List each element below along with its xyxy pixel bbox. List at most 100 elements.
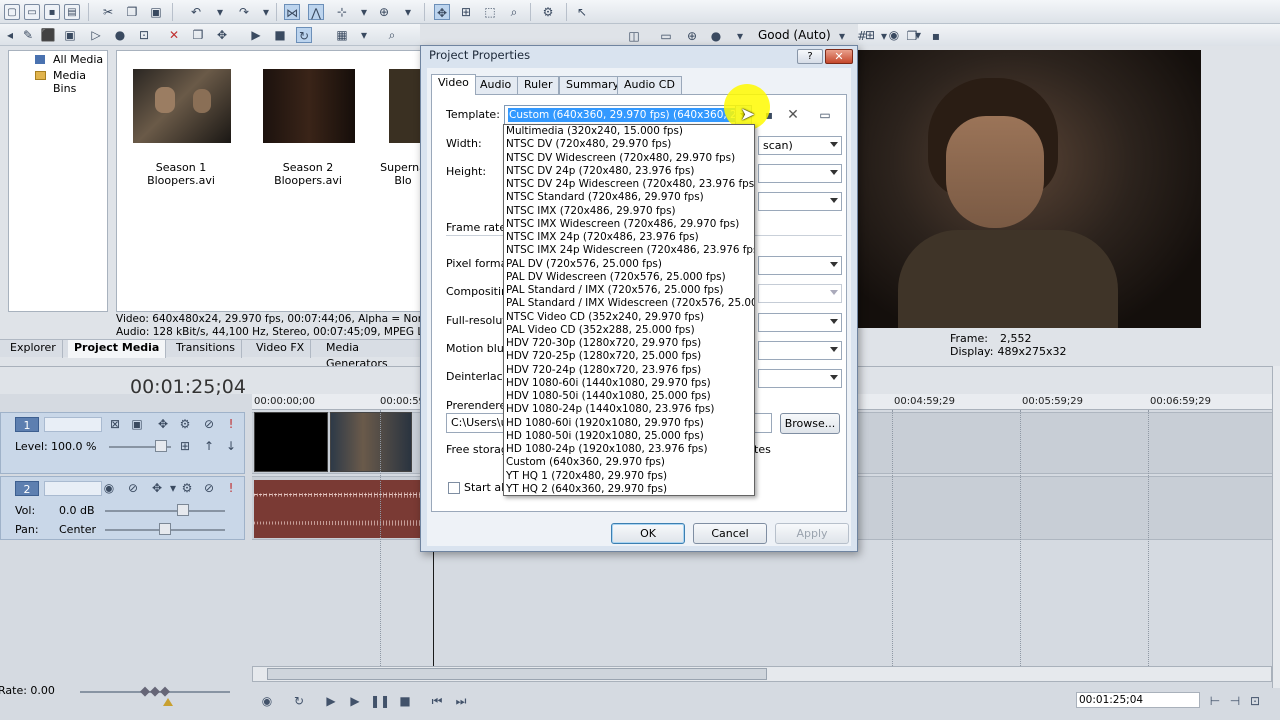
go-to-end-button[interactable]: ⏭ <box>452 692 470 710</box>
undo-icon[interactable]: ↶ <box>188 4 204 20</box>
template-option[interactable]: HDV 720-24p (1280x720, 23.976 fps) <box>504 364 754 377</box>
cancel-button[interactable]: Cancel <box>693 523 767 544</box>
tab-audio-cd[interactable]: Audio CD <box>617 76 682 94</box>
go-to-start-button[interactable]: ⏮ <box>428 692 446 710</box>
media-zoom-icon[interactable]: ⊡ <box>136 27 152 43</box>
template-option[interactable]: PAL Video CD (352x288, 25.000 fps) <box>504 324 754 337</box>
template-option[interactable]: PAL DV (720x576, 25.000 fps) <box>504 258 754 271</box>
ripple-dropdown-icon[interactable]: ▾ <box>356 4 372 20</box>
media-fx-icon[interactable]: ● <box>112 27 128 43</box>
mute-icon[interactable]: ⊘ <box>201 480 217 496</box>
volume-slider[interactable] <box>105 510 225 512</box>
arm-record-icon[interactable]: ◉ <box>101 480 117 496</box>
save-icon[interactable]: ▪ <box>44 4 60 20</box>
copy-media-icon[interactable]: ❐ <box>190 27 206 43</box>
close-button[interactable]: ✕ <box>825 49 853 64</box>
pause-button[interactable]: ❚❚ <box>370 692 390 710</box>
track-up-icon[interactable]: ↑ <box>201 438 217 454</box>
snap-right-icon[interactable]: ⊣ <box>1226 692 1244 710</box>
get-media-icon[interactable]: ▣ <box>62 27 78 43</box>
online-icon[interactable]: ⚙ <box>540 4 556 20</box>
template-option[interactable]: NTSC IMX 24p (720x486, 23.976 fps) <box>504 231 754 244</box>
views-icon[interactable]: ▦ <box>334 27 350 43</box>
template-option[interactable]: PAL Standard / IMX (720x576, 25.000 fps) <box>504 284 754 297</box>
quality-dropdown-icon[interactable]: ▾ <box>732 28 748 44</box>
template-option[interactable]: NTSC IMX 24p Widescreen (720x486, 23.976… <box>504 244 754 257</box>
import-media-icon[interactable]: ✎ <box>20 27 36 43</box>
compositing-gamma-combo[interactable] <box>758 284 842 303</box>
views-dropdown-icon[interactable]: ▾ <box>356 27 372 43</box>
video-track-header[interactable]: 1 ⊠ ▣ ✥ ⚙ ⊘ ! Level: 100.0 % ⊞ ↑ ↓ <box>0 412 245 474</box>
template-option[interactable]: HD 1080-60i (1920x1080, 29.970 fps) <box>504 417 754 430</box>
match-media-icon[interactable]: ▭ <box>817 107 833 123</box>
add-to-timeline-icon[interactable]: ▷ <box>88 27 104 43</box>
grid-dropdown-icon[interactable]: ▾ <box>876 28 892 44</box>
fit-icon[interactable]: ⊡ <box>1246 692 1264 710</box>
vertical-scrollbar[interactable] <box>1272 366 1280 688</box>
rate-slider-knob[interactable] <box>163 698 173 706</box>
solo-icon[interactable]: ! <box>223 480 239 496</box>
full-resolution-quality-combo[interactable] <box>758 313 842 332</box>
cut-icon[interactable]: ✂ <box>100 4 116 20</box>
motion-icon[interactable]: ⊠ <box>107 416 123 432</box>
whats-this-help-icon[interactable]: ↖ <box>574 4 590 20</box>
template-option[interactable]: NTSC DV 24p (720x480, 23.976 fps) <box>504 165 754 178</box>
track-name-field[interactable] <box>44 417 102 432</box>
template-option[interactable]: HDV 1080-50i (1440x1080, 25.000 fps) <box>504 390 754 403</box>
delete-template-icon[interactable]: ✕ <box>785 107 801 123</box>
loop-button[interactable]: ↻ <box>290 692 308 710</box>
timeline-scrollbar[interactable] <box>252 666 1272 682</box>
help-button[interactable]: ? <box>797 49 823 64</box>
motion-blur-type-combo[interactable] <box>758 341 842 360</box>
delete-icon[interactable]: ✕ <box>166 27 182 43</box>
stop-icon[interactable]: ■ <box>272 27 288 43</box>
template-option[interactable]: NTSC Standard (720x486, 29.970 fps) <box>504 191 754 204</box>
pixel-aspect-combo[interactable] <box>758 164 842 183</box>
search-icon[interactable]: ⌕ <box>384 27 400 43</box>
template-option[interactable]: HDV 720-30p (1280x720, 29.970 fps) <box>504 337 754 350</box>
overlay-icon[interactable]: ▭ <box>658 28 674 44</box>
volume-slider-knob[interactable] <box>177 504 189 516</box>
template-option[interactable]: PAL Standard / IMX Widescreen (720x576, … <box>504 297 754 310</box>
new-project-icon[interactable]: ▢ <box>4 4 20 20</box>
track-name-field[interactable] <box>44 481 102 496</box>
record-button[interactable]: ◉ <box>258 692 276 710</box>
pan-slider-knob[interactable] <box>159 523 171 535</box>
split-screen-icon[interactable]: ◫ <box>626 28 642 44</box>
properties-icon[interactable]: ▤ <box>64 4 80 20</box>
template-option[interactable]: HD 1080-50i (1920x1080, 25.000 fps) <box>504 430 754 443</box>
deinterlace-method-combo[interactable] <box>758 369 842 388</box>
tab-video-fx[interactable]: Video FX <box>250 340 312 358</box>
tab-video[interactable]: Video <box>431 74 476 95</box>
template-option[interactable]: HDV 1080-24p (1440x1080, 23.976 fps) <box>504 403 754 416</box>
tab-transitions[interactable]: Transitions <box>170 340 242 358</box>
zoom-tool-icon[interactable]: ⌕ <box>506 4 522 20</box>
grouping-icon[interactable]: ⊕ <box>376 4 392 20</box>
template-option[interactable]: HDV 1080-60i (1440x1080, 29.970 fps) <box>504 377 754 390</box>
tab-media-generators[interactable]: Media Generators <box>320 340 422 370</box>
video-event-clip[interactable] <box>330 412 412 472</box>
bottom-time-field[interactable]: 00:01:25;04 <box>1076 692 1200 708</box>
save-snapshot-icon[interactable]: ▪ <box>928 28 944 44</box>
audio-event[interactable] <box>254 480 420 538</box>
template-option[interactable]: NTSC IMX (720x486, 29.970 fps) <box>504 205 754 218</box>
mute-icon[interactable]: ⊘ <box>201 416 217 432</box>
browse-button[interactable]: Browse... <box>780 413 840 434</box>
audio-track-header[interactable]: 2 ◉ ⊘ ✥ ▾ ⚙ ⊘ ! Vol: 0.0 dB Pan: Center <box>0 476 245 540</box>
composite-mode-icon[interactable]: ▣ <box>129 416 145 432</box>
solo-icon[interactable]: ! <box>223 416 239 432</box>
grid-icon[interactable]: # <box>854 28 870 44</box>
play-button[interactable]: ▶ <box>346 692 364 710</box>
template-option[interactable]: NTSC IMX Widescreen (720x486, 29.970 fps… <box>504 218 754 231</box>
template-option[interactable]: YT HQ 1 (720x480, 29.970 fps) <box>504 470 754 483</box>
template-option[interactable]: NTSC DV Widescreen (720x480, 29.970 fps) <box>504 152 754 165</box>
template-combo[interactable]: Custom (640x360, 29.970 fps) (640x360, 2… <box>504 105 752 125</box>
record-icon[interactable]: ● <box>708 28 724 44</box>
template-option[interactable]: NTSC DV 24p Widescreen (720x480, 23.976 … <box>504 178 754 191</box>
rate-slider-marks-icon[interactable]: ◆◆◆ <box>140 684 170 699</box>
invert-phase-icon[interactable]: ⊘ <box>125 480 141 496</box>
media-thumbnail[interactable] <box>133 69 231 143</box>
external-monitor-icon[interactable]: ⊕ <box>684 28 700 44</box>
template-option[interactable]: PAL DV Widescreen (720x576, 25.000 fps) <box>504 271 754 284</box>
track-fx-icon[interactable]: ✥ <box>149 480 165 496</box>
